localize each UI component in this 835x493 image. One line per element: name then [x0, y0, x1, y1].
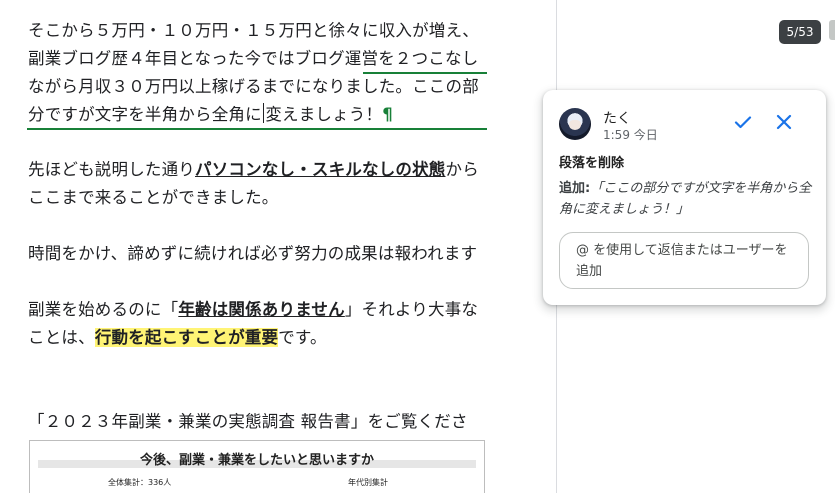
comment-author: たく [603, 111, 631, 127]
document-page[interactable]: そこから５万円・１０万円・１５万円と徐々に収入が増え、副業ブログ歴４年目となった… [0, 0, 556, 493]
close-icon [776, 114, 792, 130]
added-text: 「ここの部分ですが文字を半角から全角に変えましょう！」 [559, 181, 812, 217]
suggestion-border-top [363, 72, 487, 74]
accept-suggestion-button[interactable] [731, 110, 755, 134]
reject-suggestion-button[interactable] [772, 110, 796, 134]
avatar [559, 108, 591, 140]
embedded-survey-image[interactable]: 今後、副業・兼業をしたいと思いますか 全体集計：336人 年代別集計 [29, 440, 485, 493]
comment-timestamp: 1:59 今日 [603, 128, 658, 142]
image-left-label: 全体集計：336人 [108, 478, 172, 487]
paragraph-action[interactable]: 副業を始めるのに「年齢は関係ありません」それより大事なことは、行動を起こすことが… [28, 296, 488, 352]
side-panel-edge [829, 20, 835, 40]
checkmark-icon [734, 116, 752, 129]
emphasis-text: 年齢は関係ありません [178, 300, 345, 319]
suggestion-comment-card[interactable]: たく 1:59 今日 段落を削除 追加:「ここの部分ですが文字を半角から全角に変… [543, 90, 826, 305]
pilcrow-icon: ¶ [382, 105, 393, 124]
reply-input[interactable]: @ を使用して返信またはユーザーを追加 [559, 232, 809, 289]
highlighted-text: 行動を起こすことが重要 [94, 328, 279, 347]
paragraph-effort[interactable]: 時間をかけ、諦めずに続ければ必ず努力の成果は報われます [28, 240, 488, 268]
added-label: 追加: [559, 181, 591, 196]
suggestion-action: 段落を削除 [559, 156, 625, 171]
image-title: 今後、副業・兼業をしたいと思いますか [139, 453, 374, 468]
emphasis-text: パソコンなし・スキルなしの状態 [195, 160, 446, 179]
suggestion-detail: 追加:「ここの部分ですが文字を半角から全角に変えましょう！」 [559, 178, 819, 220]
suggestion-border-bottom [27, 128, 487, 130]
comment-counter-badge[interactable]: 5/53 [779, 20, 821, 44]
paragraph-no-pc[interactable]: 先ほども説明した通りパソコンなし・スキルなしの状態からここまで来ることができまし… [28, 156, 488, 212]
image-right-label: 年代別集計 [348, 478, 388, 487]
